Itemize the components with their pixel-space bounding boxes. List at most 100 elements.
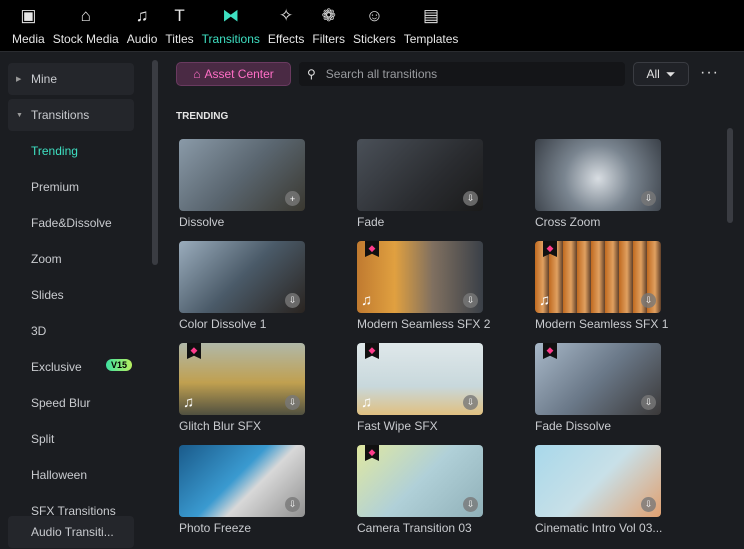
- sidebar-group-label: Mine: [31, 72, 58, 86]
- transition-thumbnail[interactable]: ⇩: [357, 139, 483, 211]
- templates-icon: ▤: [423, 6, 440, 25]
- transition-thumbnail[interactable]: ◆ ♫ ⇩: [357, 343, 483, 415]
- tab-templates[interactable]: ▤ Templates: [400, 0, 463, 52]
- search-input[interactable]: ⚲ Search all transitions: [299, 62, 625, 86]
- transition-card[interactable]: ◆ ⇩ Fade Dissolve: [535, 343, 661, 433]
- tab-effects[interactable]: ✧ Effects: [264, 0, 308, 52]
- download-icon[interactable]: ⇩: [463, 497, 478, 512]
- transition-thumbnail[interactable]: +: [179, 139, 305, 211]
- transition-card[interactable]: ⇩ Photo Freeze: [179, 445, 305, 535]
- sidebar-item-slides[interactable]: Slides: [31, 288, 64, 302]
- filters-icon: ❁: [321, 6, 336, 25]
- tab-label: Audio: [126, 32, 158, 46]
- tab-transitions[interactable]: ⧓ Transitions: [198, 0, 264, 52]
- sidebar-item-3d[interactable]: 3D: [31, 324, 46, 338]
- sidebar-item-split[interactable]: Split: [31, 432, 54, 446]
- sidebar-group-transitions[interactable]: ▼ Transitions: [8, 99, 134, 131]
- transition-label: Fade: [357, 215, 385, 229]
- sidebar-item-trending[interactable]: Trending: [31, 144, 78, 158]
- download-icon[interactable]: ⇩: [285, 497, 300, 512]
- transition-label: Camera Transition 03: [357, 521, 472, 535]
- transition-thumbnail[interactable]: ◆ ♫ ⇩: [535, 241, 661, 313]
- sidebar-item-zoom[interactable]: Zoom: [31, 252, 62, 266]
- transition-card[interactable]: ⇩ Fade: [357, 139, 483, 229]
- sidebar-group-label: Audio Transiti...: [31, 525, 114, 539]
- sidebar-group-mine[interactable]: ▶ Mine: [8, 63, 134, 95]
- sound-effect-icon: ♫: [361, 292, 373, 309]
- search-icon: ⚲: [307, 67, 316, 81]
- tab-label: Effects: [267, 32, 305, 46]
- audio-icon: ♫: [135, 6, 149, 25]
- tab-audio[interactable]: ♫ Audio: [123, 0, 162, 52]
- tab-label: Filters: [312, 32, 346, 46]
- filter-button[interactable]: All ⏷: [633, 62, 689, 86]
- sidebar-item-speed-blur[interactable]: Speed Blur: [31, 396, 90, 410]
- tab-stickers[interactable]: ☺ Stickers: [349, 0, 400, 52]
- tab-filters[interactable]: ❁ Filters: [308, 0, 349, 52]
- transition-thumbnail[interactable]: ⇩: [535, 445, 661, 517]
- transition-thumbnail[interactable]: ◆ ⇩: [357, 445, 483, 517]
- premium-gem-icon: ◆: [543, 241, 557, 257]
- tab-titles[interactable]: T Titles: [161, 0, 197, 52]
- transition-thumbnail[interactable]: ⇩: [535, 139, 661, 211]
- download-icon[interactable]: ⇩: [463, 191, 478, 206]
- download-icon[interactable]: ⇩: [641, 191, 656, 206]
- tab-label: Titles: [165, 32, 194, 46]
- transition-card[interactable]: ◆ ♫ ⇩ Fast Wipe SFX: [357, 343, 483, 433]
- download-icon[interactable]: ⇩: [641, 293, 656, 308]
- store-icon: ⌂: [193, 67, 201, 81]
- transition-thumbnail[interactable]: ◆ ⇩: [535, 343, 661, 415]
- sidebar-scrollbar[interactable]: [152, 60, 158, 265]
- download-icon[interactable]: ⇩: [641, 497, 656, 512]
- transition-card[interactable]: ◆ ⇩ Camera Transition 03: [357, 445, 483, 535]
- transition-card[interactable]: + Dissolve: [179, 139, 305, 229]
- transition-card[interactable]: ⇩ Color Dissolve 1: [179, 241, 305, 331]
- download-icon[interactable]: ⇩: [463, 293, 478, 308]
- transition-card[interactable]: ◆ ♫ ⇩ Modern Seamless SFX 2: [357, 241, 491, 331]
- collapse-arrow-icon: ▼: [16, 111, 23, 119]
- download-icon[interactable]: ⇩: [463, 395, 478, 410]
- tab-label: Templates: [403, 32, 459, 46]
- transition-card[interactable]: ◆ ♫ ⇩ Modern Seamless SFX 1: [535, 241, 668, 331]
- stock-media-icon: ⌂: [80, 6, 91, 25]
- more-options-button[interactable]: ···: [700, 64, 719, 82]
- transition-thumbnail[interactable]: ⇩: [179, 241, 305, 313]
- titles-icon: T: [174, 6, 185, 25]
- premium-gem-icon: ◆: [365, 445, 379, 461]
- version-badge: V15: [106, 359, 133, 371]
- sidebar-group-audio-transitions[interactable]: Audio Transiti...: [8, 516, 134, 548]
- transition-label: Cinematic Intro Vol 03...: [535, 521, 663, 535]
- transition-thumbnail[interactable]: ◆ ♫ ⇩: [357, 241, 483, 313]
- transition-card[interactable]: ⇩ Cinematic Intro Vol 03...: [535, 445, 663, 535]
- sidebar-item-halloween[interactable]: Halloween: [31, 468, 87, 482]
- asset-center-label: Asset Center: [204, 67, 274, 81]
- tab-label: Stock Media: [52, 32, 119, 46]
- stickers-icon: ☺: [365, 6, 384, 25]
- sidebar-item-exclusive[interactable]: Exclusive: [31, 360, 82, 374]
- sidebar-item-fade-dissolve[interactable]: Fade&Dissolve: [31, 216, 112, 230]
- transition-card[interactable]: ◆ ♫ ⇩ Glitch Blur SFX: [179, 343, 305, 433]
- download-icon[interactable]: ⇩: [641, 395, 656, 410]
- media-icon: ▣: [20, 6, 37, 25]
- main-scrollbar[interactable]: [727, 128, 733, 223]
- transition-card[interactable]: ⇩ Cross Zoom: [535, 139, 661, 229]
- search-placeholder: Search all transitions: [325, 67, 438, 81]
- download-icon[interactable]: ⇩: [285, 395, 300, 410]
- tab-media[interactable]: ▣ Media: [8, 0, 49, 52]
- add-icon[interactable]: +: [285, 191, 300, 206]
- transition-thumbnail[interactable]: ◆ ♫ ⇩: [179, 343, 305, 415]
- sidebar-item-premium[interactable]: Premium: [31, 180, 79, 194]
- asset-center-button[interactable]: ⌂ Asset Center: [176, 62, 291, 86]
- tab-stock-media[interactable]: ⌂ Stock Media: [49, 0, 123, 52]
- tab-label: Stickers: [353, 32, 396, 46]
- transition-label: Modern Seamless SFX 2: [357, 317, 491, 331]
- premium-gem-icon: ◆: [365, 343, 379, 359]
- premium-gem-icon: ◆: [543, 343, 557, 359]
- download-icon[interactable]: ⇩: [285, 293, 300, 308]
- expand-arrow-icon: ▶: [16, 76, 22, 83]
- transition-thumbnail[interactable]: ⇩: [179, 445, 305, 517]
- filter-label: All: [646, 67, 660, 81]
- transitions-icon: ⧓: [222, 6, 240, 25]
- transition-label: Fast Wipe SFX: [357, 419, 438, 433]
- premium-gem-icon: ◆: [187, 343, 201, 359]
